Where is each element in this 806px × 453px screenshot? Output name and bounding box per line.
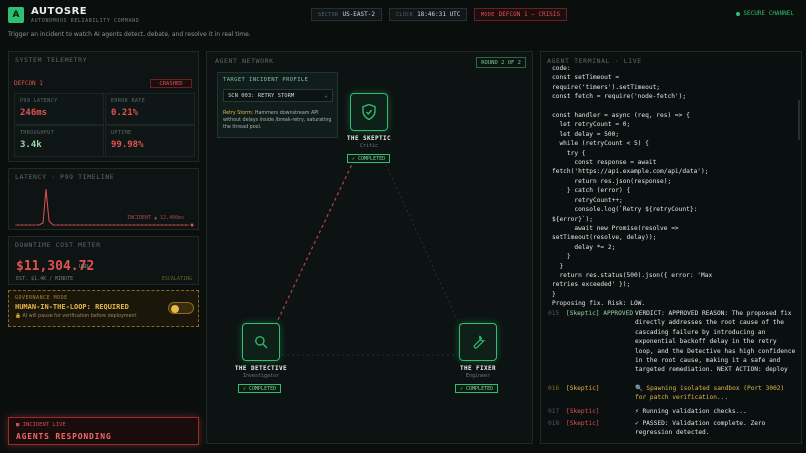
log-entry: 016 [Skeptic] 🔍 Spawning isolated sandbo… [548, 384, 798, 404]
agent-name: THE FIXER [459, 365, 497, 372]
app-title: AUTOSRE [31, 6, 88, 17]
incident-live-title: ■ INCIDENT LIVE [16, 422, 66, 428]
secure-channel-label: SECURE CHANNEL [743, 10, 794, 17]
agent-status-badge: ✓ COMPLETED [238, 384, 282, 393]
log-line-number: 018 [548, 420, 560, 427]
mode-pill: MODE DEFCON 1 — CRISIS [474, 8, 568, 21]
telemetry-title: SYSTEM TELEMETRY [15, 56, 88, 64]
metric-error-rate: ERROR RATE 0.21% [105, 93, 195, 125]
hitl-toggle[interactable] [168, 302, 194, 314]
agent-node-fixer[interactable] [459, 323, 497, 361]
shield-icon [362, 103, 376, 121]
metric-value: 246ms [20, 108, 48, 118]
log-line-number: 016 [548, 385, 560, 392]
sector-value: US-EAST-2 [342, 11, 375, 18]
log-tag: [Skeptic] APPROVED [566, 310, 634, 317]
log-message: ✓ PASSED: Validation complete. Zero regr… [635, 420, 766, 437]
clock-pill: CLOCK 18:46:31 UTC [389, 8, 468, 21]
agent-node-skeptic[interactable] [350, 93, 388, 131]
metric-label: UPTIME [111, 130, 132, 136]
agent-name: THE DETECTIVE [234, 365, 288, 372]
secure-channel-indicator: SECURE CHANNEL [736, 10, 794, 17]
metric-throughput: THROUGHPUT 3.4k [14, 125, 104, 157]
agent-status-badge: ✓ COMPLETED [347, 154, 391, 163]
log-line-number: 017 [548, 408, 560, 415]
incident-live-banner[interactable]: ■ INCIDENT LIVE AGENTS RESPONDING [8, 417, 199, 445]
log-message: VERDICT: APPROVED REASON: The proposed f… [635, 310, 796, 374]
governance-heading: HUMAN-IN-THE-LOOP: REQUIRED [15, 303, 129, 311]
log-entry: 017 [Skeptic] ⚡ Running validation check… [548, 407, 798, 417]
terminal-scrollbar[interactable] [798, 100, 800, 140]
metric-label: P99 LATENCY [20, 98, 58, 104]
lock-icon: 🔒 [15, 314, 23, 319]
clock-key: CLOCK [396, 11, 414, 18]
downtime-cost-unit: USD [79, 264, 89, 270]
metric-uptime: UPTIME 99.98% [105, 125, 195, 157]
round-indicator: ROUND 2 OF 2 [476, 57, 526, 68]
log-message: ⚡ Running validation checks... [635, 408, 747, 415]
log-entry: 018 [Skeptic] ✓ PASSED: Validation compl… [548, 419, 798, 439]
downtime-title: DOWNTIME COST METER [15, 241, 101, 249]
governance-description-text: AI will pause for verification before de… [22, 314, 137, 319]
agent-role: Investigator [242, 373, 280, 379]
governance-title: GOVERNANCE MODE [15, 295, 68, 301]
latency-sparkline [15, 188, 194, 227]
agent-node-detective[interactable] [242, 323, 280, 361]
target-incident-profile: TARGET INCIDENT PROFILE SCN 003: RETRY S… [217, 72, 338, 138]
downtime-cost-panel: DOWNTIME COST METER $11,304.72 USD EST. … [8, 236, 199, 285]
agent-role: Engineer [465, 373, 491, 379]
scenario-select-value: SCN 003: RETRY STORM [228, 92, 295, 99]
incident-marker-label: INCIDENT ▲ 12,400ms [127, 215, 185, 221]
mode-value: DEFCON 1 — CRISIS [498, 11, 561, 18]
metric-label: ERROR RATE [111, 98, 146, 104]
metric-label: THROUGHPUT [20, 130, 55, 136]
metric-value: 99.98% [111, 140, 144, 150]
wrench-icon [473, 335, 486, 349]
governance-description: 🔒 AI will pause for verification before … [15, 314, 136, 319]
network-title: AGENT NETWORK [215, 57, 274, 65]
downtime-cost-estimate: EST. $1.4K / MINUTE [16, 276, 74, 282]
agent-name: THE SKEPTIC [346, 135, 392, 142]
sector-pill: SECTOR US-EAST-2 [311, 8, 382, 21]
terminal-code-block: code: const setTimeout = require('timers… [552, 65, 713, 308]
metric-value: 3.4k [20, 140, 42, 150]
app-logo: A [8, 7, 24, 23]
sector-key: SECTOR [318, 11, 339, 18]
latency-endpoint [190, 223, 194, 227]
target-title: TARGET INCIDENT PROFILE [223, 77, 309, 83]
target-description: Retry Storm: Hammers downstream API with… [223, 110, 335, 131]
defcon-level: DEFCON 1 [14, 80, 43, 87]
search-icon [255, 336, 268, 349]
mode-key: MODE [481, 11, 495, 18]
downtime-state: ESCALATING [161, 276, 192, 282]
app-tagline: AUTONOMOUS RELIABILITY COMMAND [31, 18, 140, 24]
log-tag: [Skeptic] [566, 385, 600, 392]
status-badge: CRASHED [150, 79, 192, 88]
metric-p99-latency: P99 LATENCY 246ms [14, 93, 104, 125]
agent-status-badge: ✓ COMPLETED [455, 384, 499, 393]
log-line-number: 015 [548, 310, 560, 317]
latency-timeline-panel: LATENCY · P99 TIMELINE INCIDENT ▲ 12,400… [8, 168, 199, 230]
metric-value: 0.21% [111, 108, 139, 118]
status-dot-icon [736, 11, 741, 16]
chevron-down-icon: ⌄ [324, 92, 328, 99]
toggle-knob [171, 304, 179, 313]
log-tag: [Skeptic] [566, 408, 600, 415]
agent-role: Critic [359, 143, 379, 149]
log-message: 🔍 Spawning isolated sandbox (Port 3002) … [635, 385, 785, 402]
log-tag: [Skeptic] [566, 420, 600, 427]
scenario-select[interactable]: SCN 003: RETRY STORM ⌄ [223, 89, 333, 102]
page-hint: Trigger an incident to watch AI agents d… [8, 31, 251, 38]
incident-live-label: INCIDENT LIVE [22, 422, 66, 428]
latency-title: LATENCY · P99 TIMELINE [15, 173, 115, 181]
incident-live-heading: AGENTS RESPONDING [16, 432, 112, 441]
clock-value: 18:46:31 UTC [417, 11, 461, 18]
target-description-label: Retry Storm: [223, 111, 254, 116]
